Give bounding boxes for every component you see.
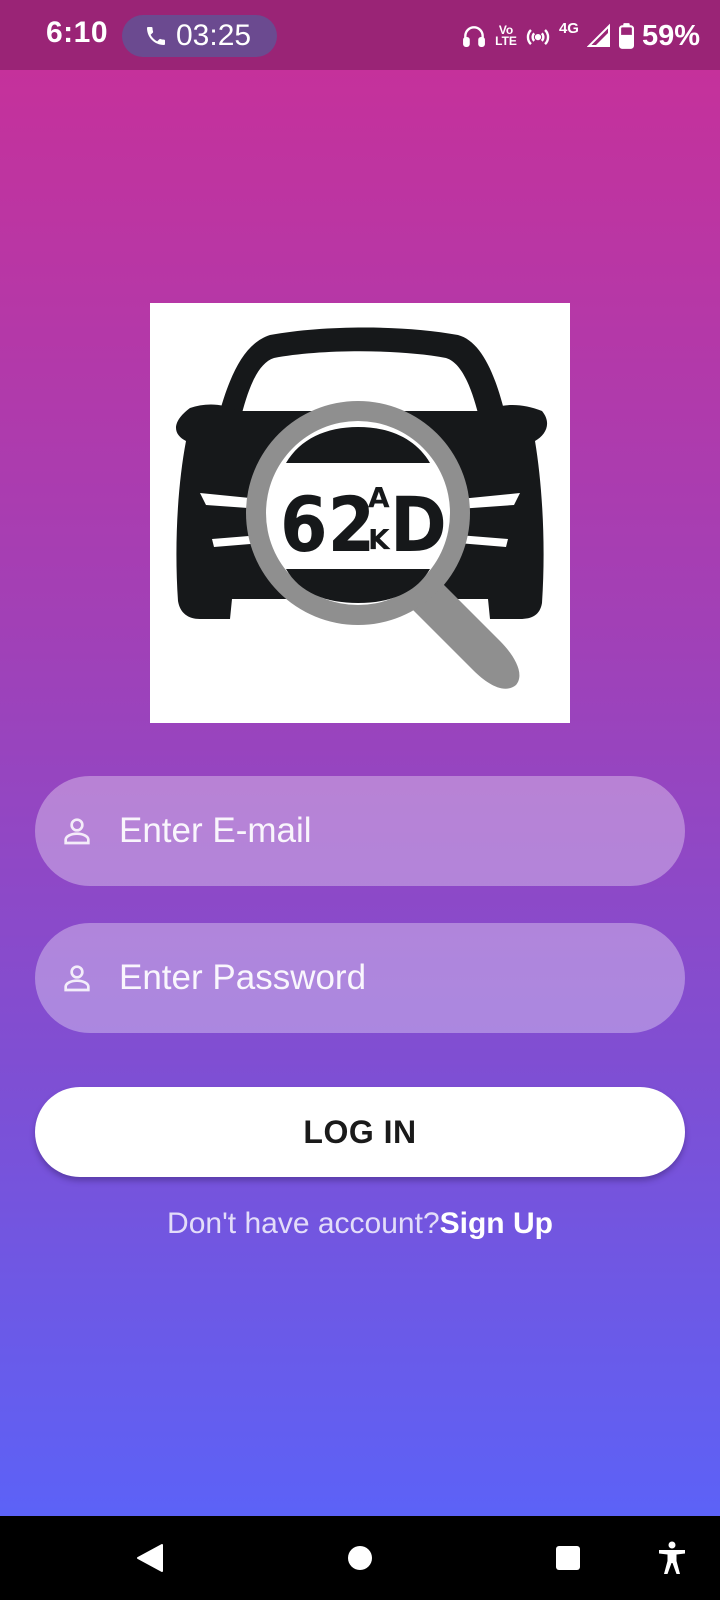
signal-icon xyxy=(586,23,610,47)
recents-square-icon xyxy=(556,1546,580,1570)
home-button[interactable] xyxy=(330,1516,390,1600)
network-type: 4G xyxy=(558,20,579,37)
navigation-bar xyxy=(0,1516,720,1600)
back-triangle-icon xyxy=(137,1544,163,1572)
login-screen: 62 A K D LOG IN Don't have account?Sign … xyxy=(0,70,720,1516)
password-input[interactable] xyxy=(119,923,659,1033)
back-button[interactable] xyxy=(120,1516,180,1600)
call-duration: 03:25 xyxy=(176,19,252,52)
home-circle-icon xyxy=(348,1546,372,1570)
volte-label-bottom: LTE xyxy=(495,34,517,48)
person-icon xyxy=(64,818,90,845)
login-button[interactable]: LOG IN xyxy=(35,1087,685,1177)
email-field-container[interactable] xyxy=(35,776,685,886)
person-icon xyxy=(64,965,90,992)
ongoing-call-chip[interactable]: 03:25 xyxy=(122,15,277,57)
plate-letter-right: D xyxy=(390,480,447,569)
signup-link[interactable]: Sign Up xyxy=(440,1207,553,1240)
status-icons: Vo LTE 4G 59% xyxy=(461,14,700,58)
accessibility-icon xyxy=(659,1541,685,1574)
recents-button[interactable] xyxy=(538,1516,598,1600)
signup-prompt: Don't have account? xyxy=(167,1207,440,1240)
car-search-logo-icon: 62 A K D xyxy=(176,327,548,689)
accessibility-button[interactable] xyxy=(642,1516,702,1600)
hotspot-icon xyxy=(526,29,550,45)
email-input[interactable] xyxy=(119,776,659,886)
status-bar: 6:10 03:25 Vo LTE 4G 59% xyxy=(0,0,720,70)
volte-icon: Vo LTE xyxy=(495,24,517,48)
phone-icon xyxy=(147,27,165,45)
battery-percent: 59% xyxy=(641,19,700,52)
signup-row: Don't have account?Sign Up xyxy=(0,1207,720,1241)
password-field-container[interactable] xyxy=(35,923,685,1033)
status-time: 6:10 xyxy=(46,16,109,49)
app-logo: 62 A K D xyxy=(150,303,570,723)
battery-icon xyxy=(618,23,634,49)
plate-digits: 62 xyxy=(280,480,375,569)
plate-letter-top: A xyxy=(368,481,390,514)
headphones-icon xyxy=(463,26,486,47)
plate-letter-bottom: K xyxy=(368,523,391,556)
